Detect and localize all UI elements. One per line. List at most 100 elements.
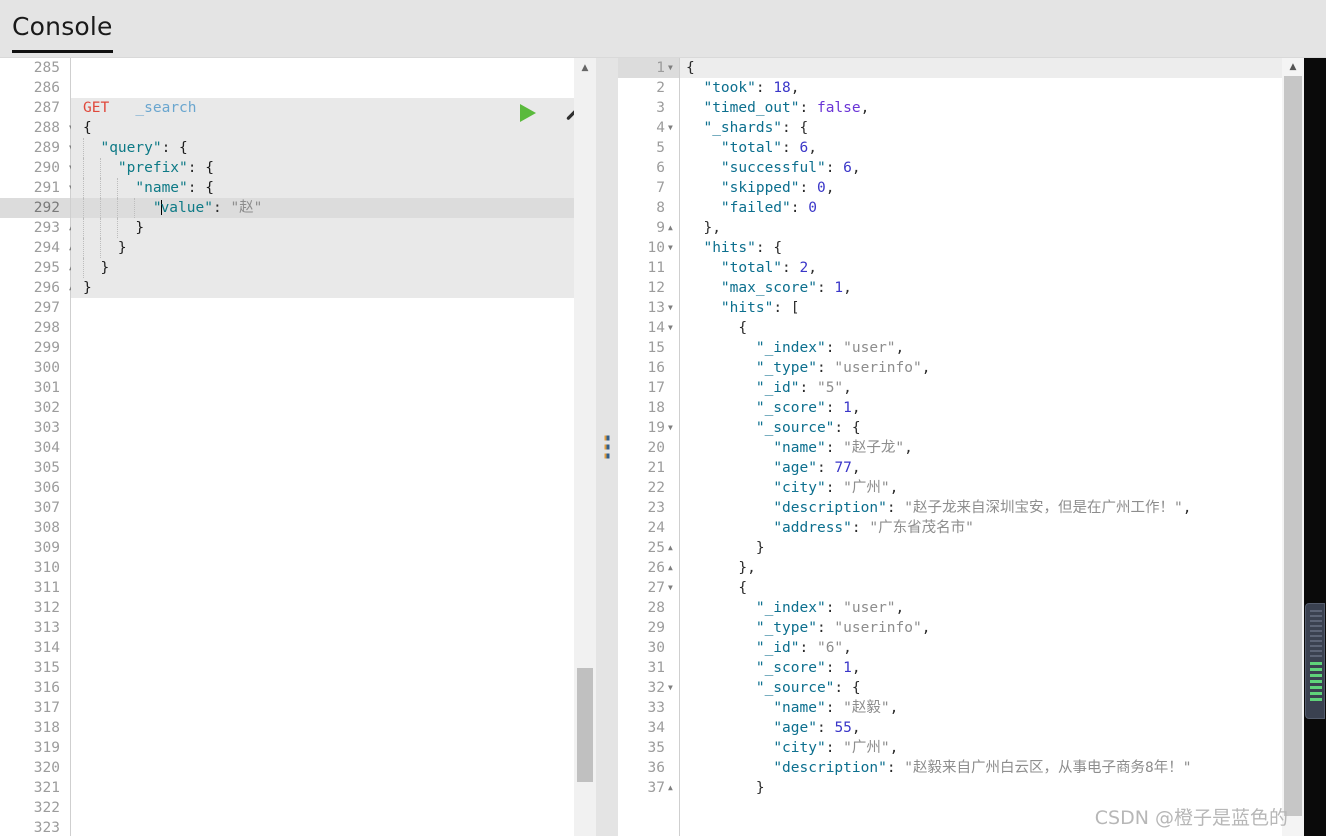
response-code-line[interactable]: "timed_out": false, [680,98,1326,118]
editor-code-line[interactable] [71,558,596,578]
response-code-line[interactable]: } [680,538,1326,558]
editor-code-line[interactable] [71,638,596,658]
response-code-line[interactable]: "_shards": { [680,118,1326,138]
editor-code-line[interactable]: } [71,218,596,238]
editor-code-line[interactable] [71,58,596,78]
response-code-line[interactable]: "hits": { [680,238,1326,258]
editor-code-line[interactable] [71,598,596,618]
editor-code-line[interactable] [71,498,596,518]
response-vertical-scrollbar[interactable]: ▲ [1282,58,1304,836]
response-code-line[interactable]: "_score": 1, [680,398,1326,418]
scroll-up-icon[interactable]: ▲ [1282,58,1304,76]
fold-down-icon[interactable]: ▼ [668,318,678,338]
editor-code-line[interactable] [71,578,596,598]
fold-up-icon[interactable]: ▲ [668,218,678,238]
response-code-line[interactable]: "name": "赵毅", [680,698,1326,718]
response-code-line[interactable]: "city": "广州", [680,478,1326,498]
response-code-line[interactable]: "failed": 0 [680,198,1326,218]
editor-code-line[interactable] [71,438,596,458]
editor-code-line[interactable]: "query": { [71,138,596,158]
response-code-line[interactable]: "_type": "userinfo", [680,358,1326,378]
fold-down-icon[interactable]: ▼ [668,238,678,258]
editor-scrollbar-thumb[interactable] [577,668,593,782]
response-code-line[interactable]: "max_score": 1, [680,278,1326,298]
response-code-line[interactable]: "hits": [ [680,298,1326,318]
editor-code-line[interactable] [71,358,596,378]
fold-down-icon[interactable]: ▼ [668,298,678,318]
fold-down-icon[interactable]: ▼ [668,678,678,698]
response-code-line[interactable]: "description": "赵毅来自广州白云区，从事电子商务8年！" [680,758,1326,778]
editor-code-line[interactable] [71,318,596,338]
editor-code-line[interactable] [71,718,596,738]
fold-down-icon[interactable]: ▼ [668,58,678,78]
response-code-line[interactable]: "age": 55, [680,718,1326,738]
editor-code-line[interactable] [71,338,596,358]
response-code-line[interactable]: "total": 6, [680,138,1326,158]
editor-code-line[interactable]: "prefix": { [71,158,596,178]
response-code-line[interactable]: { [680,578,1326,598]
tab-console[interactable]: Console [12,12,113,53]
response-code-line[interactable]: }, [680,558,1326,578]
response-code-line[interactable]: "skipped": 0, [680,178,1326,198]
editor-vertical-scrollbar[interactable]: ▲ [574,58,596,836]
response-scrollbar-thumb[interactable] [1284,76,1302,816]
editor-code-line[interactable] [71,678,596,698]
fold-up-icon[interactable]: ▲ [668,778,678,798]
response-code-line[interactable]: "age": 77, [680,458,1326,478]
editor-code-line[interactable] [71,538,596,558]
editor-code-line[interactable] [71,298,596,318]
fold-down-icon[interactable]: ▼ [668,118,678,138]
editor-code-line[interactable] [71,798,596,818]
response-code-line[interactable]: "_source": { [680,678,1326,698]
response-code-line[interactable]: "successful": 6, [680,158,1326,178]
editor-code-line[interactable] [71,738,596,758]
editor-code-line[interactable] [71,658,596,678]
fold-down-icon[interactable]: ▼ [668,578,678,598]
pane-splitter-handle[interactable] [596,58,618,836]
editor-code-line[interactable]: "name": { [71,178,596,198]
response-code-line[interactable]: "address": "广东省茂名市" [680,518,1326,538]
editor-code-line[interactable] [71,818,596,836]
fold-down-icon[interactable]: ▼ [668,418,678,438]
response-code-line[interactable]: "_id": "5", [680,378,1326,398]
response-code-line[interactable]: "city": "广州", [680,738,1326,758]
editor-code-line[interactable] [71,618,596,638]
response-code-line[interactable]: "name": "赵子龙", [680,438,1326,458]
response-code-line[interactable]: "_source": { [680,418,1326,438]
editor-code-line[interactable] [71,78,596,98]
editor-code-line[interactable] [71,398,596,418]
editor-code-line[interactable] [71,698,596,718]
response-viewer-pane[interactable]: 1 ▼ 2 3 4 ▼ 5 6 7 8 9 ▲ 10 ▼ 11 12 13 ▼ 14 ▼ 15 16 17 18 19 ▼ 20 21… [618,58,1326,836]
request-editor-pane[interactable]: 285 286 287 288▼289▼290▼291▼292293▲294▲295▲… [0,58,596,836]
editor-code-line[interactable] [71,418,596,438]
response-code-line[interactable]: { [680,58,1326,78]
editor-code-line[interactable] [71,458,596,478]
editor-code-line[interactable] [71,378,596,398]
response-code-line[interactable]: } [680,778,1326,798]
system-monitor-widget[interactable] [1305,603,1325,719]
editor-code-line[interactable] [71,478,596,498]
scroll-up-icon[interactable]: ▲ [574,58,596,78]
editor-code-line[interactable]: } [71,238,596,258]
editor-code-line[interactable]: } [71,258,596,278]
response-code-line[interactable]: "took": 18, [680,78,1326,98]
response-code-line[interactable]: "_id": "6", [680,638,1326,658]
run-query-button[interactable] [516,102,538,124]
response-code-line[interactable]: }, [680,218,1326,238]
response-code-line[interactable]: "total": 2, [680,258,1326,278]
editor-code-line[interactable]: "value": "赵" [71,198,596,218]
response-code-line[interactable]: "_index": "user", [680,598,1326,618]
editor-code-area[interactable]: GET _search{ "query": { "prefix": { "nam… [71,58,596,836]
response-code-area[interactable]: { "took": 18, "timed_out": false, "_shar… [680,58,1326,836]
editor-code-line[interactable] [71,518,596,538]
response-code-line[interactable]: "description": "赵子龙来自深圳宝安，但是在广州工作！", [680,498,1326,518]
editor-code-line[interactable] [71,778,596,798]
response-code-line[interactable]: "_type": "userinfo", [680,618,1326,638]
response-code-line[interactable]: "_score": 1, [680,658,1326,678]
editor-code-line[interactable]: } [71,278,596,298]
response-code-line[interactable]: { [680,318,1326,338]
fold-up-icon[interactable]: ▲ [668,538,678,558]
editor-code-line[interactable] [71,758,596,778]
response-code-line[interactable]: "_index": "user", [680,338,1326,358]
fold-up-icon[interactable]: ▲ [668,558,678,578]
